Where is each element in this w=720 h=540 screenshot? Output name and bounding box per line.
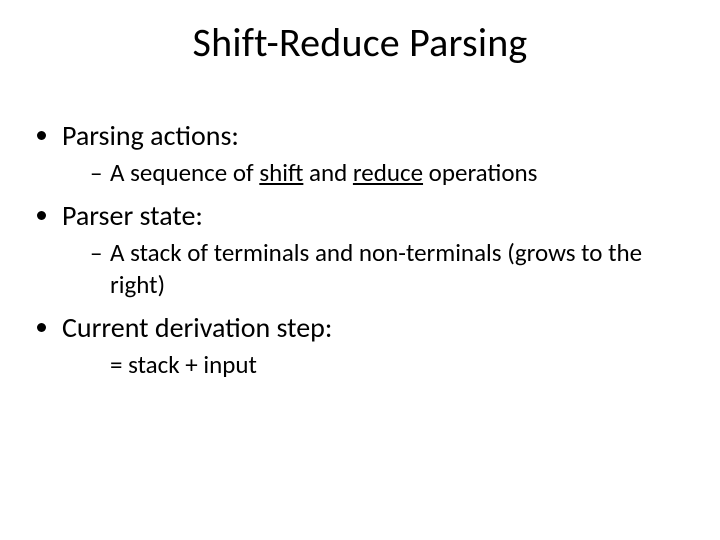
sub-list: A stack of terminals and non-terminals (…	[62, 237, 690, 300]
bullet-parser-state: Parser state: A stack of terminals and n…	[62, 198, 690, 300]
sub-bullet-shift-reduce: A sequence of shift and reduce operation…	[90, 157, 690, 188]
text-fragment: and	[303, 157, 353, 188]
bullet-current-derivation: Current derivation step: = stack + input	[62, 310, 690, 380]
text-fragment: A stack of terminals and non-terminals (…	[110, 237, 642, 299]
slide-title: Shift-Reduce Parsing	[0, 18, 720, 67]
bullet-label: Parser state:	[62, 198, 203, 233]
text-fragment: = stack + input	[110, 349, 257, 380]
underlined-reduce: reduce	[353, 157, 423, 188]
bullet-label: Current derivation step:	[62, 310, 332, 345]
text-fragment: A sequence of	[110, 157, 259, 188]
bullet-label: Parsing actions:	[62, 118, 239, 153]
sub-list: = stack + input	[62, 349, 690, 380]
sub-list: A sequence of shift and reduce operation…	[62, 157, 690, 188]
slide-body: Parsing actions: A sequence of shift and…	[38, 118, 690, 390]
bullet-parsing-actions: Parsing actions: A sequence of shift and…	[62, 118, 690, 188]
sub-bullet-stack: A stack of terminals and non-terminals (…	[90, 237, 690, 300]
sub-bullet-stack-plus-input: = stack + input	[90, 349, 690, 380]
bullet-list: Parsing actions: A sequence of shift and…	[38, 118, 690, 380]
slide: Shift-Reduce Parsing Parsing actions: A …	[0, 0, 720, 540]
underlined-shift: shift	[259, 157, 303, 188]
text-fragment: operations	[423, 157, 537, 188]
